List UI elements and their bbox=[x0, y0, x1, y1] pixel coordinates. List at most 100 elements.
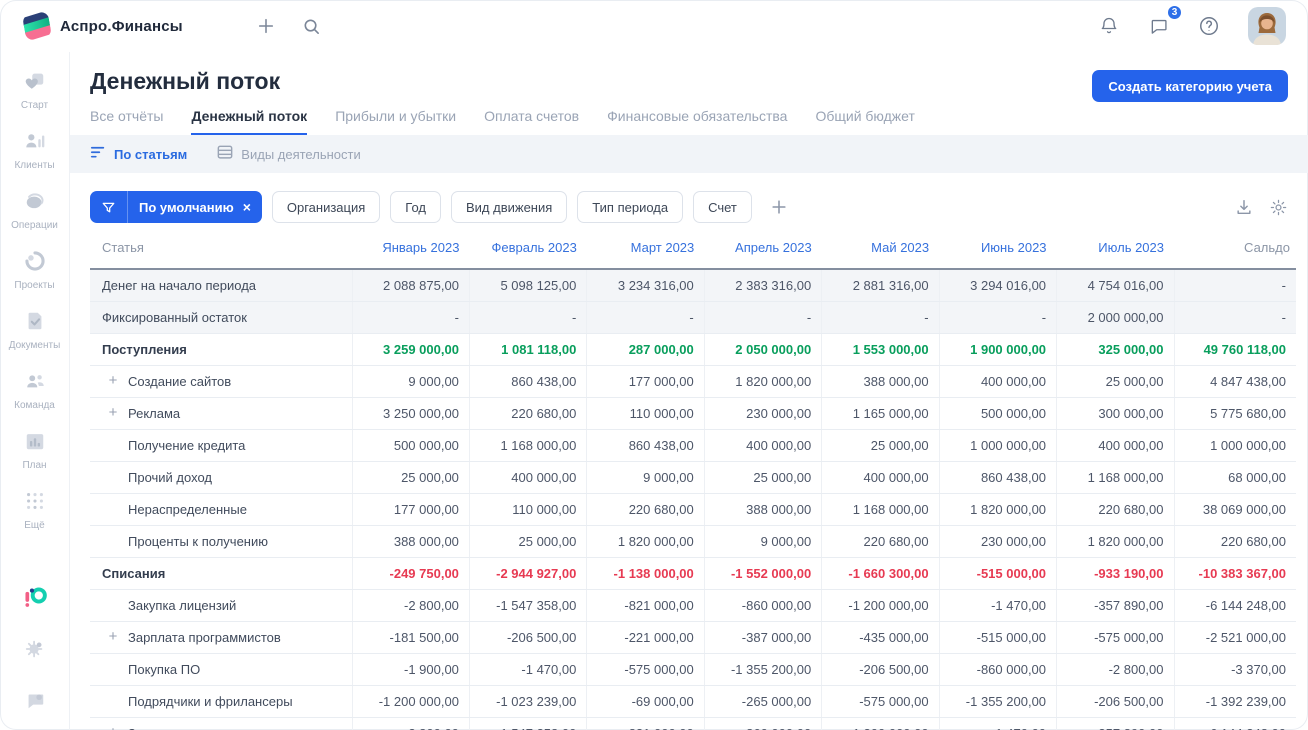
table-cell: -1 138 000,00 bbox=[586, 557, 705, 590]
aspro-cloud-logo-icon[interactable] bbox=[22, 583, 48, 614]
filter-chip[interactable]: Счет bbox=[693, 191, 752, 223]
table-cell: 5 098 125,00 bbox=[468, 269, 587, 302]
sidebar-item-operations[interactable]: Операции bbox=[9, 184, 61, 237]
row-label[interactable]: Денег на начало периода bbox=[90, 269, 352, 302]
table-cell: -265 000,00 bbox=[703, 685, 822, 718]
topbar: Аспро.Финансы 3 bbox=[0, 0, 1308, 52]
row-label[interactable]: Нераспределенные bbox=[90, 493, 352, 526]
table-cell: 220 680,00 bbox=[468, 397, 587, 430]
search-button[interactable] bbox=[295, 9, 329, 43]
report-tab[interactable]: Общий бюджет bbox=[815, 108, 914, 135]
table-cell: 9 000,00 bbox=[703, 525, 822, 558]
column-header-month[interactable]: Май 2023 bbox=[821, 235, 940, 270]
report-tab[interactable]: Оплата счетов bbox=[484, 108, 579, 135]
row-label[interactable]: +Зарплата программистов bbox=[90, 717, 352, 730]
table-cell: 2 000 000,00 bbox=[1056, 301, 1174, 334]
sidebar-item-plan[interactable]: План bbox=[9, 424, 61, 477]
notifications-button[interactable] bbox=[1092, 9, 1126, 43]
table-row: Прочий доход 25 000,00 400 000,00 9 000,00 2… bbox=[90, 461, 1296, 494]
column-header-month[interactable]: Январь 2023 bbox=[352, 235, 470, 270]
brand-logo-icon bbox=[22, 10, 52, 42]
create-category-button[interactable]: Создать категорию учета bbox=[1092, 70, 1288, 102]
report-tab[interactable]: Денежный поток bbox=[191, 108, 308, 135]
brand[interactable]: Аспро.Финансы bbox=[22, 10, 183, 42]
support-chat-button[interactable] bbox=[24, 689, 46, 716]
projects-icon bbox=[24, 250, 46, 277]
filter-chip[interactable]: Тип периода bbox=[577, 191, 684, 223]
export-button[interactable] bbox=[1235, 198, 1253, 216]
table-row: Закупка лицензий -2 800,00 -1 547 358,00 -8… bbox=[90, 589, 1296, 622]
report-tab[interactable]: Прибыли и убытки bbox=[335, 108, 456, 135]
expand-icon[interactable]: + bbox=[106, 405, 120, 420]
documents-icon bbox=[24, 310, 46, 337]
table-cell: -575 000,00 bbox=[1056, 621, 1174, 654]
row-label[interactable]: Проценты к получению bbox=[90, 525, 352, 558]
table-cell: - bbox=[821, 301, 940, 334]
expand-icon[interactable]: + bbox=[106, 725, 120, 730]
report-tab[interactable]: Все отчёты bbox=[90, 108, 163, 135]
row-label[interactable]: Получение кредита bbox=[90, 429, 352, 462]
table-cell: -1 023 239,00 bbox=[468, 685, 587, 718]
row-label[interactable]: Прочий доход bbox=[90, 461, 352, 494]
row-label[interactable]: Фиксированный остаток bbox=[90, 301, 352, 334]
report-tab[interactable]: Финансовые обязательства bbox=[607, 108, 787, 135]
table-settings-button[interactable] bbox=[1269, 198, 1288, 217]
unread-badge: 3 bbox=[1166, 4, 1183, 21]
row-label[interactable]: + Создание сайтов bbox=[90, 365, 352, 398]
clear-filter-icon[interactable]: × bbox=[241, 199, 262, 215]
row-label[interactable]: Поступления bbox=[90, 333, 352, 366]
settings-button[interactable] bbox=[24, 638, 46, 665]
row-label[interactable]: Покупка ПО bbox=[90, 653, 352, 686]
filter-chip[interactable]: Вид движения bbox=[450, 191, 568, 223]
table-row: Денег на начало периода 2 088 875,00 5 098… bbox=[90, 269, 1296, 302]
expand-icon[interactable]: + bbox=[106, 373, 120, 388]
table-cell: -206 500,00 bbox=[468, 621, 587, 654]
global-add-button[interactable] bbox=[249, 9, 283, 43]
filter-row: По умолчанию × Организация Год Вид движени… bbox=[70, 173, 1308, 223]
table-cell: 9 000,00 bbox=[351, 365, 470, 398]
column-header-month[interactable]: Июль 2023 bbox=[1056, 235, 1174, 270]
filter-chip[interactable]: Год bbox=[390, 191, 441, 223]
column-header-month[interactable]: Апрель 2023 bbox=[704, 235, 822, 270]
row-label[interactable]: + Реклама bbox=[90, 397, 352, 430]
sidebar-item-label: Операции bbox=[11, 220, 58, 231]
row-label[interactable]: Списания bbox=[90, 557, 352, 590]
plus-icon bbox=[772, 200, 786, 214]
table-row: Получение кредита 500 000,00 1 168 000,00 8… bbox=[90, 429, 1296, 462]
table-cell: 38 069 000,00 bbox=[1173, 493, 1296, 526]
expand-icon[interactable]: + bbox=[106, 629, 120, 644]
table-cell: 860 438,00 bbox=[468, 365, 587, 398]
table-cell: 2 088 875,00 bbox=[351, 269, 470, 302]
table-cell: -515 000,00 bbox=[938, 557, 1057, 590]
row-label[interactable]: Подрядчики и фрилансеры bbox=[90, 685, 352, 718]
default-filter-chip[interactable]: По умолчанию × bbox=[90, 191, 262, 223]
table-cell: - bbox=[938, 301, 1057, 334]
row-label[interactable]: +Зарплата программистов bbox=[90, 621, 352, 654]
add-filter-button[interactable] bbox=[764, 192, 794, 222]
plus-icon bbox=[258, 18, 273, 34]
column-header-month[interactable]: Февраль 2023 bbox=[469, 235, 587, 270]
sidebar-item-team[interactable]: Команда bbox=[9, 364, 61, 417]
sidebar-item-projects[interactable]: Проекты bbox=[9, 244, 61, 297]
column-header-month[interactable]: Июнь 2023 bbox=[939, 235, 1057, 270]
column-header-month[interactable]: Март 2023 bbox=[586, 235, 705, 270]
messages-button[interactable]: 3 bbox=[1142, 4, 1183, 43]
table-cell: 1 000 000,00 bbox=[1173, 429, 1296, 462]
chat-icon bbox=[1151, 19, 1167, 34]
user-avatar[interactable] bbox=[1248, 7, 1286, 45]
sidebar-item-start[interactable]: Старт bbox=[9, 64, 61, 117]
row-label[interactable]: Закупка лицензий bbox=[90, 589, 352, 622]
subtab-activity-types[interactable]: Виды деятельности bbox=[217, 145, 361, 162]
column-header-article: Статья bbox=[90, 235, 352, 270]
table-row: Списания -249 750,00 -2 944 927,00 -1 138 0… bbox=[90, 557, 1296, 590]
help-button[interactable] bbox=[1192, 9, 1226, 43]
table-cell: - bbox=[351, 301, 470, 334]
table-cell: 2 881 316,00 bbox=[821, 269, 940, 302]
sidebar-item-clients[interactable]: Клиенты bbox=[9, 124, 61, 177]
subtab-by-items[interactable]: По статьям bbox=[90, 146, 187, 162]
table-cell: 1 168 000,00 bbox=[468, 429, 587, 462]
sidebar-item-more[interactable]: Ещё bbox=[9, 484, 61, 537]
table-cell: 25 000,00 bbox=[821, 429, 940, 462]
filter-chip[interactable]: Организация bbox=[271, 191, 381, 223]
sidebar-item-documents[interactable]: Документы bbox=[9, 304, 60, 357]
